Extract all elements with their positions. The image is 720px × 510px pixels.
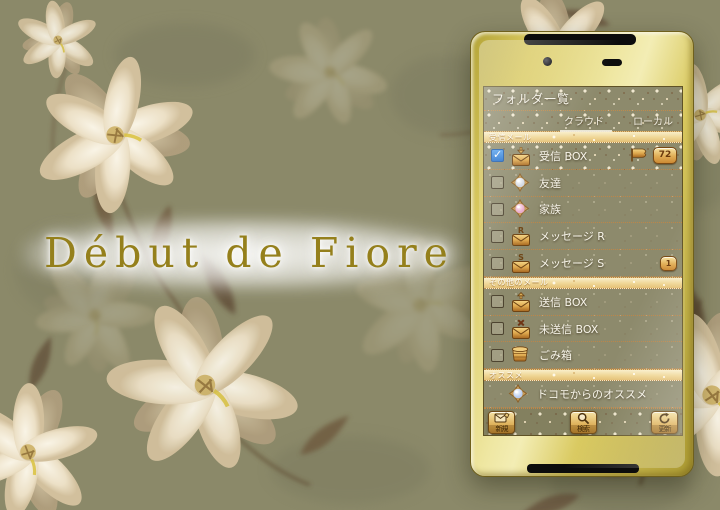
phone-frame: フォルダ一覧 クラウド ローカル 受信メール xyxy=(470,31,694,477)
section-label: その他のメール xyxy=(489,277,549,288)
outbox-envelope-icon xyxy=(510,292,532,312)
section-label: 受信メール xyxy=(489,132,532,143)
earpiece-bar xyxy=(524,34,636,45)
unread-badge: 1 xyxy=(660,256,677,271)
folder-label: メッセージ S xyxy=(539,255,604,271)
folder-row-outbox[interactable]: 送信 BOX xyxy=(484,289,682,316)
refresh-icon xyxy=(658,412,671,425)
svg-text:R: R xyxy=(518,226,524,235)
folder-label: ごみ箱 xyxy=(539,347,572,363)
folder-row-trash[interactable]: ごみ箱 xyxy=(484,342,682,369)
tab-local-label: ローカル xyxy=(633,117,673,128)
folder-label: ドコモからのオススメ xyxy=(537,386,647,402)
refresh-label: 更新 xyxy=(652,425,677,433)
folder-label: 未送信 BOX xyxy=(539,321,598,337)
tab-cloud-label: クラウド xyxy=(564,117,604,128)
row-checkbox[interactable] xyxy=(491,349,504,362)
section-label: オススメ xyxy=(489,370,523,381)
page-title: Début de Fiore xyxy=(44,229,455,277)
bottom-speaker-bar xyxy=(527,464,639,473)
tab-row: クラウド ローカル xyxy=(484,111,682,131)
screen-header: フォルダ一覧 xyxy=(484,87,682,111)
gem-blue-icon xyxy=(508,384,530,404)
unread-badge: 72 xyxy=(653,147,677,164)
gem-white-icon xyxy=(510,173,532,193)
row-checkbox[interactable] xyxy=(491,322,504,335)
bottom-toolbar: 新規 検索 更新 xyxy=(484,408,682,435)
folder-row-message-r[interactable]: R メッセージ R xyxy=(484,223,682,250)
section-received: 受信メール xyxy=(484,131,682,143)
folder-label: メッセージ R xyxy=(539,228,605,244)
tab-local[interactable]: ローカル xyxy=(633,113,673,128)
search-label: 検索 xyxy=(571,425,596,433)
folder-label: 友達 xyxy=(539,175,561,191)
tab-underline xyxy=(560,130,612,132)
folder-row-unsent[interactable]: 未送信 BOX xyxy=(484,316,682,343)
folder-label: 家族 xyxy=(539,201,561,217)
trash-icon xyxy=(510,345,532,365)
compose-icon xyxy=(494,412,510,425)
folder-row-message-s[interactable]: S メッセージ S 1 xyxy=(484,250,682,277)
app-screen: フォルダ一覧 クラウド ローカル 受信メール xyxy=(483,86,683,436)
folder-row-docomo-recommend[interactable]: ドコモからのオススメ xyxy=(484,381,682,408)
row-checkbox[interactable] xyxy=(491,257,504,270)
refresh-button[interactable]: 更新 xyxy=(651,411,678,434)
section-other: その他のメール xyxy=(484,277,682,289)
gem-pink-icon xyxy=(510,199,532,219)
speaker-pill xyxy=(602,59,622,66)
row-checkbox[interactable] xyxy=(491,230,504,243)
folder-row-friends[interactable]: 友達 xyxy=(484,170,682,197)
flag-icon xyxy=(629,146,648,166)
folder-label: 送信 BOX xyxy=(539,294,587,310)
screen-title: フォルダ一覧 xyxy=(492,90,570,107)
inbox-envelope-icon xyxy=(510,146,532,166)
folder-row-family[interactable]: 家族 xyxy=(484,197,682,224)
unsent-envelope-icon xyxy=(510,319,532,339)
compose-label: 新規 xyxy=(489,425,514,433)
row-checkbox[interactable] xyxy=(491,295,504,308)
search-button[interactable]: 検索 xyxy=(570,411,597,434)
envelope-r-icon: R xyxy=(510,226,532,246)
folder-label: 受信 BOX xyxy=(539,148,587,164)
section-recommend: オススメ xyxy=(484,369,682,381)
search-icon xyxy=(577,412,590,425)
row-checkbox[interactable] xyxy=(491,149,504,162)
tab-cloud[interactable]: クラウド xyxy=(564,113,604,128)
envelope-s-icon: S xyxy=(510,253,532,273)
svg-text:S: S xyxy=(518,253,524,262)
row-checkbox[interactable] xyxy=(491,203,504,216)
folder-row-inbox[interactable]: 受信 BOX 72 xyxy=(484,143,682,170)
front-camera xyxy=(543,57,552,66)
row-checkbox[interactable] xyxy=(491,176,504,189)
compose-button[interactable]: 新規 xyxy=(488,411,515,434)
